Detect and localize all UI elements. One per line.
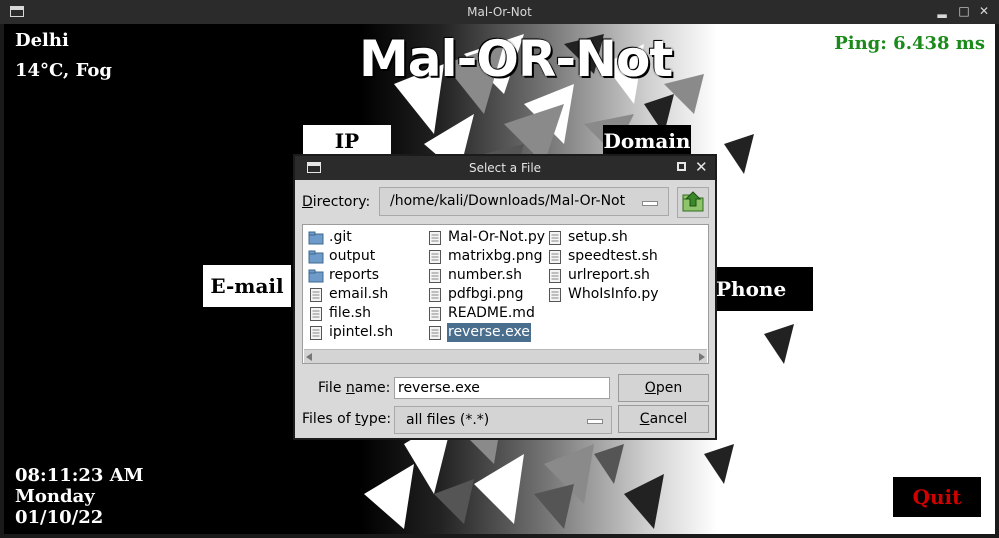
- file-name: speedtest.sh: [568, 248, 658, 264]
- file-icon: [310, 307, 322, 321]
- open-button[interactable]: Open: [618, 374, 709, 402]
- file-name: reverse.exe: [447, 323, 531, 342]
- file-name: email.sh: [329, 286, 389, 302]
- minimize-icon[interactable]: ▂: [934, 3, 950, 19]
- maximize-icon[interactable]: □: [956, 3, 972, 19]
- file-icon: [310, 326, 322, 340]
- file-name: number.sh: [448, 267, 522, 283]
- file-icon: [549, 231, 561, 245]
- close-icon[interactable]: ✕: [976, 3, 992, 19]
- file-name: .git: [329, 229, 352, 245]
- dialog-title: Select a File: [468, 161, 542, 175]
- file-name: output: [329, 248, 376, 264]
- horizontal-scrollbar[interactable]: [304, 349, 707, 363]
- app-title: Mal-OR-Not: [359, 30, 673, 88]
- file-name: file.sh: [329, 305, 371, 321]
- scroll-left-icon[interactable]: [306, 353, 312, 361]
- chevron-down-icon: [642, 201, 658, 206]
- file-name: README.md: [448, 305, 535, 321]
- directory-combobox[interactable]: /home/kali/Downloads/Mal-Or-Not: [379, 187, 669, 216]
- file-name: reports: [329, 267, 380, 283]
- file-icon: [549, 269, 561, 283]
- phone-button[interactable]: Phone No.: [713, 267, 813, 345]
- file-name: Mal-Or-Not.py: [448, 229, 546, 245]
- file-name: setup.sh: [568, 229, 628, 245]
- parent-directory-button[interactable]: [677, 187, 709, 218]
- file-icon: [310, 288, 322, 302]
- file-list[interactable]: .git output reports email.sh file.sh ipintel.…: [302, 224, 709, 364]
- ip-button[interactable]: IP: [303, 125, 391, 157]
- filetype-label: Files of type:: [302, 411, 392, 427]
- file-name: WhoIsInfo.py: [568, 286, 659, 302]
- file-icon: [429, 250, 441, 264]
- filetype-combobox[interactable]: all files (*.*): [394, 406, 612, 434]
- directory-label: Directory:: [302, 194, 371, 210]
- date-label: 01/10/22: [15, 507, 104, 528]
- dialog-titlebar: Select a File ✕: [295, 156, 715, 180]
- filetype-value: all files (*.*): [406, 412, 490, 428]
- folder-up-icon: [682, 191, 704, 212]
- maximize-icon[interactable]: [677, 162, 686, 171]
- file-name: pdfbgi.png: [448, 286, 524, 302]
- clock-panel: 08:11:23 AM Monday 01/10/22: [15, 465, 144, 528]
- filename-input[interactable]: reverse.exe: [394, 377, 610, 399]
- file-name: urlreport.sh: [568, 267, 650, 283]
- close-icon[interactable]: ✕: [695, 158, 708, 176]
- filename-label: File name:: [318, 380, 391, 396]
- file-icon: [429, 231, 441, 245]
- file-icon: [429, 269, 441, 283]
- folder-icon: [308, 269, 324, 283]
- email-button[interactable]: E-mail: [203, 265, 291, 307]
- chevron-down-icon: [587, 419, 603, 424]
- file-dialog: Select a File ✕ Directory: /home/kali/Do…: [293, 154, 717, 440]
- location-label: Delhi: [15, 30, 69, 51]
- file-icon: [549, 288, 561, 302]
- day-label: Monday: [15, 486, 95, 507]
- file-name: matrixbg.png: [448, 248, 543, 264]
- quit-button[interactable]: Quit: [893, 477, 981, 517]
- window-title: Mal-Or-Not: [467, 5, 532, 19]
- directory-value: /home/kali/Downloads/Mal-Or-Not: [390, 193, 626, 209]
- file-icon: [429, 307, 441, 321]
- folder-icon: [308, 231, 324, 245]
- file-icon: [429, 288, 441, 302]
- cancel-button[interactable]: Cancel: [618, 405, 709, 433]
- time-label: 08:11:23 AM: [15, 465, 144, 486]
- domain-button[interactable]: Domain: [603, 125, 691, 157]
- file-name: ipintel.sh: [329, 324, 394, 340]
- file-icon: [549, 250, 561, 264]
- window-titlebar: Mal-Or-Not ▂ □ ✕: [0, 0, 999, 24]
- ping-label: Ping: 6.438 ms: [834, 33, 985, 54]
- scroll-right-icon[interactable]: [699, 353, 705, 361]
- folder-icon: [308, 250, 324, 264]
- weather-label: 14°C, Fog: [15, 60, 112, 81]
- file-icon: [429, 326, 441, 340]
